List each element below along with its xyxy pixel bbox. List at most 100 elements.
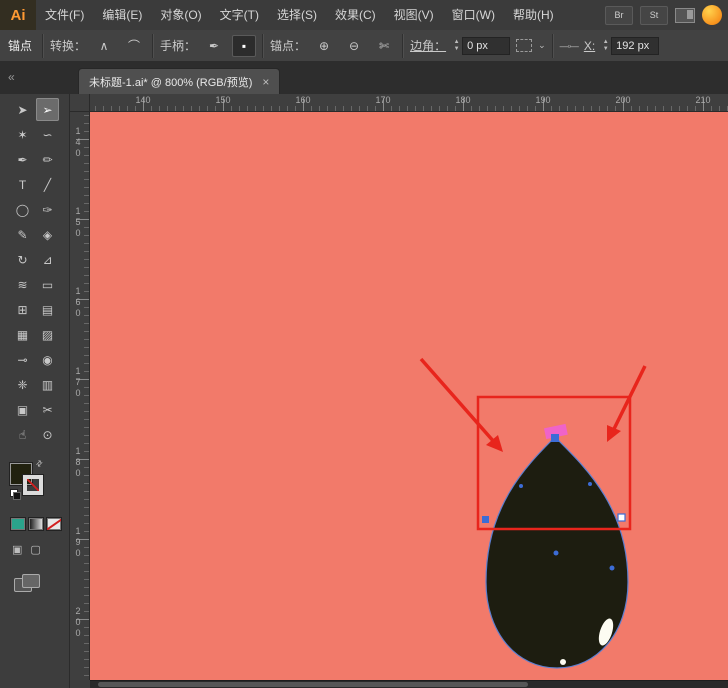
rotate-tool[interactable]: ↻ [11,248,34,271]
selection-tool[interactable]: ➤ [11,98,34,121]
spinner-arrows-icon[interactable]: ▲▼ [452,39,461,53]
menu-item[interactable]: 窗口(W) [443,0,504,30]
menu-item[interactable]: 视图(V) [385,0,443,30]
anchor-point-left[interactable] [482,516,489,523]
zoom-tool[interactable]: ⊙ [36,423,59,446]
gradient-tool[interactable]: ▨ [36,323,59,346]
close-icon[interactable]: × [262,76,269,88]
draw-mode-icon[interactable]: ▣ [12,543,22,556]
stroke-swatch[interactable] [23,475,43,495]
ruler-label: 160 [73,286,83,319]
scale-tool[interactable]: ⊿ [36,248,59,271]
select-similar-icon[interactable] [516,39,532,52]
add-anchor-button[interactable]: ⊕ [312,35,336,57]
column-graph-tool[interactable]: ▥ [36,373,59,396]
cut-path-button[interactable]: ✄ [372,35,396,57]
ruler-label: 160 [295,95,310,105]
paintbrush-tool[interactable]: ✑ [36,198,59,221]
document-tab[interactable]: 未标题-1.ai* @ 800% (RGB/预览) × [78,68,280,94]
color-button[interactable] [10,517,26,531]
pen-tool[interactable]: ✒ [11,148,34,171]
convert-label: 转换： [50,37,86,54]
menu-item[interactable]: 效果(C) [326,0,385,30]
direct-selection-tool[interactable]: ➢ [36,98,59,121]
hand-tool[interactable]: ☝ [11,423,34,446]
menu-list: 文件(F) 编辑(E) 对象(O) 文字(T) 选择(S) 效果(C) 视图(V… [36,0,563,30]
menu-item[interactable]: 文字(T) [211,0,268,30]
convert-to-smooth-button[interactable]: ⌒ [122,35,146,57]
none-button[interactable] [46,517,62,531]
app-orb-icon[interactable] [702,5,722,25]
magic-wand-tool[interactable]: ✶ [11,123,34,146]
horizontal-ruler[interactable]: 140150160170180190200210 [90,94,728,112]
horizontal-scrollbar[interactable] [90,680,728,688]
handle-dot-left[interactable] [519,484,523,488]
artboard-canvas[interactable] [90,112,728,680]
chevron-down-icon[interactable]: ⌄ [538,40,546,51]
x-coordinate-label[interactable]: X: [584,39,595,53]
menu-item[interactable]: 对象(O) [151,0,210,30]
bridge-button[interactable]: Br [605,6,633,25]
lasso-tool[interactable]: ∽ [36,123,59,146]
menu-item[interactable]: 帮助(H) [504,0,563,30]
convert-to-corner-button[interactable]: ∧ [92,35,116,57]
blend-tool[interactable]: ◉ [36,348,59,371]
collapse-panel-icon[interactable]: « [8,70,15,84]
ruler-label: 180 [73,446,83,479]
corner-spinner[interactable]: ▲▼ 0 px [452,37,510,55]
curvature-tool[interactable]: ✏ [36,148,59,171]
separator [42,34,44,58]
spinner-arrows-icon[interactable]: ▲▼ [601,39,610,53]
panels-icon[interactable] [14,574,40,592]
eraser-tool[interactable]: ◈ [36,223,59,246]
anchor-point-top[interactable] [551,434,559,442]
screen-mode-icon[interactable]: ▢ [30,543,40,556]
app-logo-icon: Ai [0,0,36,30]
corner-link[interactable]: 边角： [410,37,446,54]
ruler-label: 200 [73,606,83,639]
menu-item[interactable]: 编辑(E) [93,0,151,30]
workspace-switcher-icon[interactable] [675,8,695,23]
ruler-label: 140 [135,95,150,105]
anchor-dot-center[interactable] [554,551,559,556]
eyedropper-tool[interactable]: ⊸ [11,348,34,371]
color-mode-row [10,517,69,531]
x-spinner[interactable]: ▲▼ 192 px [601,37,659,55]
remove-anchor-button[interactable]: ⊖ [342,35,366,57]
corner-value-field[interactable]: 0 px [462,37,510,55]
line-segment-tool[interactable]: ╱ [36,173,59,196]
free-transform-tool[interactable]: ▭ [36,273,59,296]
type-tool[interactable]: T [11,173,34,196]
gradient-button[interactable] [28,517,44,531]
artboard-tool[interactable]: ▣ [11,398,34,421]
ruler-origin-corner[interactable] [70,94,90,112]
anchors-label: 锚点： [270,37,306,54]
shaper-tool[interactable]: ✎ [11,223,34,246]
width-tool[interactable]: ≋ [11,273,34,296]
x-value-field[interactable]: 192 px [611,37,659,55]
vertical-ruler[interactable]: 140150160170180190200 [70,112,90,680]
style-button[interactable]: St [640,6,668,25]
menu-item[interactable]: 选择(S) [268,0,326,30]
symbol-sprayer-tool[interactable]: ❈ [11,373,34,396]
scrollbar-thumb[interactable] [98,682,528,687]
default-fill-stroke-icon[interactable] [10,489,20,499]
ellipse-tool[interactable]: ◯ [11,198,34,221]
shape-builder-tool[interactable]: ⊞ [11,298,34,321]
fill-stroke-widget: ⇄ [10,463,58,503]
swap-fill-stroke-icon[interactable]: ⇄ [34,458,45,469]
anchor-point-right[interactable] [618,514,625,521]
show-handles-button[interactable]: ✒ [202,35,226,57]
anchor-dot-lower-right[interactable] [610,566,615,571]
perspective-grid-tool[interactable]: ▤ [36,298,59,321]
document-title: 未标题-1.ai* @ 800% (RGB/预览) [89,74,252,90]
artboard-background[interactable] [90,112,728,680]
ruler-label: 180 [455,95,470,105]
handle-dot-right[interactable] [588,482,592,486]
menu-bar: Ai 文件(F) 编辑(E) 对象(O) 文字(T) 选择(S) 效果(C) 视… [0,0,728,31]
ruler-label: 140 [73,126,83,159]
menu-item[interactable]: 文件(F) [36,0,93,30]
mesh-tool[interactable]: ▦ [11,323,34,346]
hide-handles-button[interactable]: ▪ [232,35,256,57]
slice-tool[interactable]: ✂ [36,398,59,421]
